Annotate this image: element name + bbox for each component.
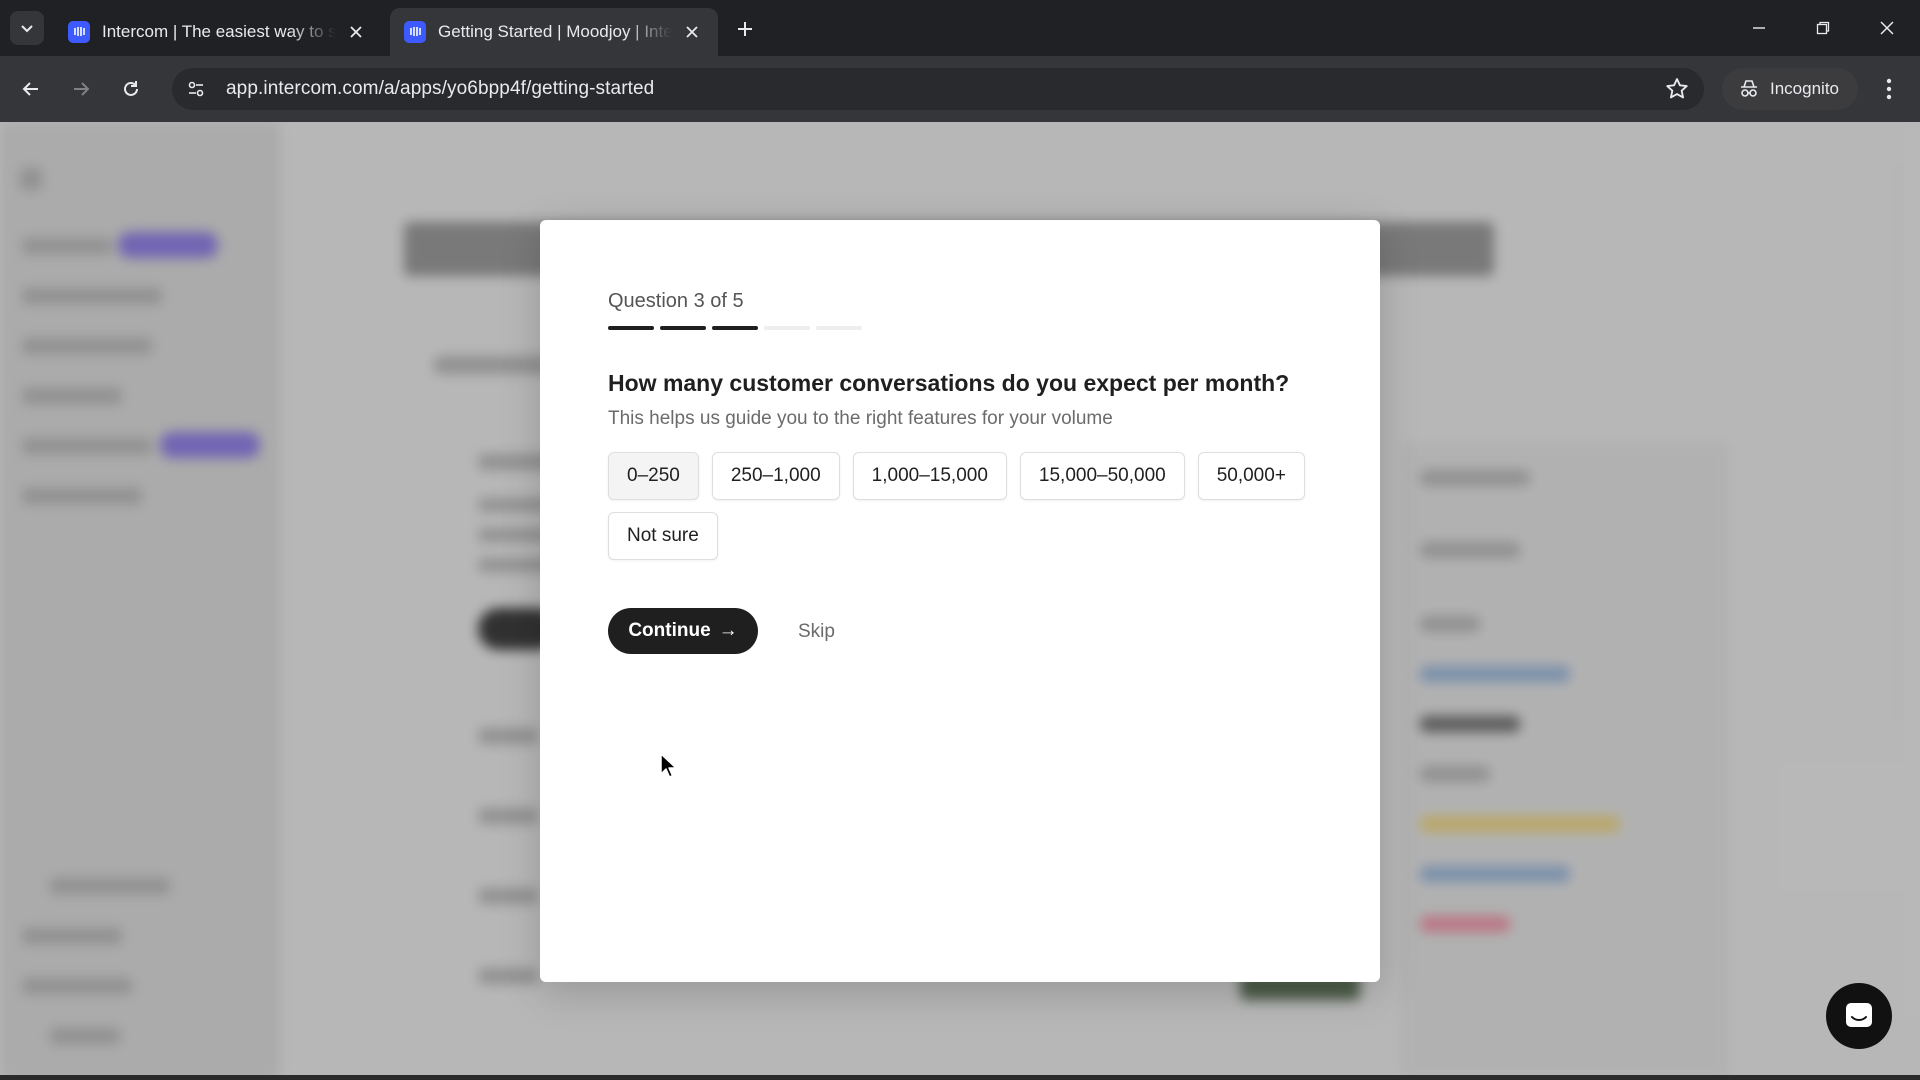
site-info-icon[interactable] — [178, 71, 214, 107]
close-tab-icon[interactable] — [344, 20, 368, 44]
bottom-edge — [0, 1075, 1920, 1080]
more-vertical-icon — [1886, 78, 1892, 100]
plus-icon — [738, 22, 752, 36]
intercom-logo-icon — [68, 21, 90, 43]
bookmark-star-icon[interactable] — [1664, 76, 1690, 102]
option-not-sure[interactable]: Not sure — [608, 512, 718, 560]
browser-toolbar: app.intercom.com/a/apps/yo6bpp4f/getting… — [0, 56, 1920, 122]
new-tab-button[interactable] — [730, 14, 760, 44]
browser-tab-strip: Intercom | The easiest way to scale Gett… — [0, 0, 1920, 56]
arrow-right-icon — [74, 82, 90, 96]
question-title: How many customer conversations do you e… — [608, 370, 1290, 396]
skip-link[interactable]: Skip — [798, 621, 835, 643]
progress-segment — [608, 326, 654, 330]
continue-button[interactable]: Continue → — [608, 608, 758, 654]
onboarding-question-modal: Question 3 of 5 How many customer conver… — [540, 220, 1380, 982]
close-icon — [1880, 21, 1894, 35]
option-250-1000[interactable]: 250–1,000 — [711, 452, 840, 500]
option-50000-plus[interactable]: 50,000+ — [1197, 452, 1305, 500]
arrow-right-icon: → — [718, 620, 738, 641]
progress-segment — [712, 326, 758, 330]
progress-segment — [764, 326, 810, 330]
incognito-badge[interactable]: Incognito — [1722, 68, 1858, 110]
restore-button[interactable] — [1800, 12, 1846, 44]
mouse-cursor-icon — [660, 753, 677, 778]
reload-button[interactable] — [114, 72, 148, 106]
back-button[interactable] — [14, 72, 48, 106]
chevron-down-icon — [21, 25, 33, 33]
arrow-left-icon — [22, 82, 38, 96]
progress-segment — [660, 326, 706, 330]
forward-button[interactable] — [64, 72, 98, 106]
tab-search-button[interactable] — [10, 11, 44, 45]
progress-segment — [816, 326, 862, 330]
option-0-250[interactable]: 0–250 — [608, 452, 699, 500]
tab-title: Intercom | The easiest way to scale — [102, 22, 336, 41]
close-window-button[interactable] — [1864, 12, 1910, 44]
browser-menu-button[interactable] — [1874, 74, 1904, 104]
intercom-logo-icon — [404, 21, 426, 43]
minimize-icon — [1753, 27, 1765, 29]
question-counter: Question 3 of 5 — [608, 290, 744, 312]
close-tab-icon[interactable] — [680, 20, 704, 44]
tab-title: Getting Started | Moodjoy | Intercom — [438, 22, 672, 41]
incognito-icon — [1741, 80, 1757, 97]
question-progress — [608, 326, 862, 330]
page-scrollbar[interactable] — [1892, 162, 1904, 722]
option-1000-15000[interactable]: 1,000–15,000 — [852, 452, 1007, 500]
page-viewport: Question 3 of 5 How many customer conver… — [0, 122, 1920, 1080]
continue-label: Continue — [628, 620, 711, 641]
incognito-label: Incognito — [1770, 79, 1839, 98]
url-text[interactable]: app.intercom.com/a/apps/yo6bpp4f/getting… — [226, 78, 654, 100]
minimize-button[interactable] — [1736, 12, 1782, 44]
reload-icon — [124, 81, 138, 96]
option-15000-50000[interactable]: 15,000–50,000 — [1019, 452, 1185, 500]
restore-icon — [1816, 21, 1830, 35]
browser-tab-intercom[interactable]: Intercom | The easiest way to scale — [54, 8, 382, 56]
browser-tab-getting-started[interactable]: Getting Started | Moodjoy | Intercom — [390, 8, 718, 56]
chat-icon — [1846, 1003, 1872, 1027]
address-bar[interactable]: app.intercom.com/a/apps/yo6bpp4f/getting… — [172, 68, 1704, 110]
answer-options: 0–250 250–1,000 1,000–15,000 15,000–50,0… — [608, 452, 1308, 560]
messenger-launcher-button[interactable] — [1826, 983, 1892, 1049]
question-helper-text: This helps us guide you to the right fea… — [608, 408, 1113, 429]
